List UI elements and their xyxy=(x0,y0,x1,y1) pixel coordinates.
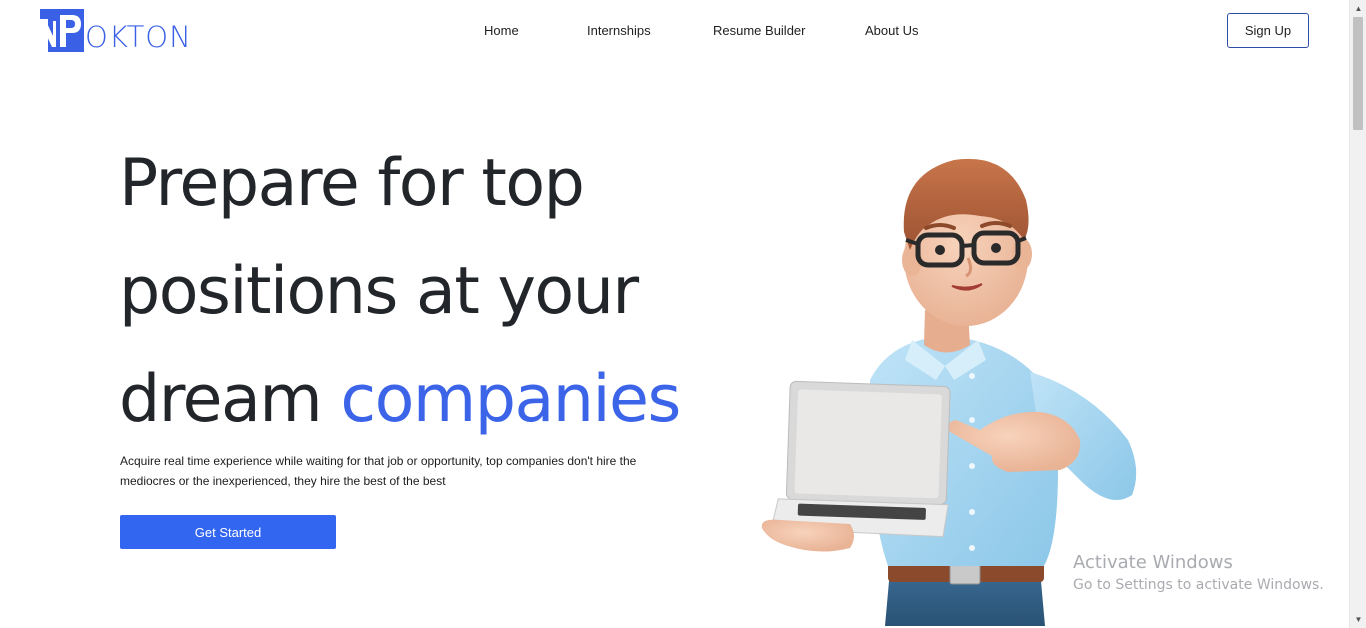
hero-headline: Prepare for top positions at your dream … xyxy=(119,130,719,454)
sign-up-button[interactable]: Sign Up xyxy=(1227,13,1309,48)
nav-item-internships[interactable]: Internships xyxy=(587,23,651,38)
nav-item-home[interactable]: Home xyxy=(484,23,519,38)
headline-line-2: positions at your xyxy=(119,254,639,329)
headline-line-1: Prepare for top xyxy=(119,146,585,221)
scroll-up-arrow-icon[interactable]: ▲ xyxy=(1350,0,1366,17)
nav-item-about-us[interactable]: About Us xyxy=(865,23,918,38)
hero-subtext: Acquire real time experience while waiti… xyxy=(120,454,637,488)
site-header: OKTON Home Internships Resume Builder Ab… xyxy=(0,0,1349,62)
headline-line-3-plain: dream xyxy=(119,362,323,437)
scrollbar-thumb[interactable] xyxy=(1353,17,1363,130)
main-nav: Home Internships Resume Builder About Us xyxy=(0,23,1349,41)
get-started-button[interactable]: Get Started xyxy=(120,515,336,549)
watermark-title: Activate Windows xyxy=(1073,552,1233,573)
nav-item-resume-builder[interactable]: Resume Builder xyxy=(713,23,806,38)
windows-activation-watermark: Activate Windows Go to Settings to activ… xyxy=(1073,552,1324,593)
headline-accent-word: companies xyxy=(340,362,681,437)
watermark-subtitle: Go to Settings to activate Windows. xyxy=(1073,577,1324,593)
vertical-scrollbar[interactable]: ▲ ▼ xyxy=(1349,0,1366,628)
scroll-down-arrow-icon[interactable]: ▼ xyxy=(1350,611,1366,628)
